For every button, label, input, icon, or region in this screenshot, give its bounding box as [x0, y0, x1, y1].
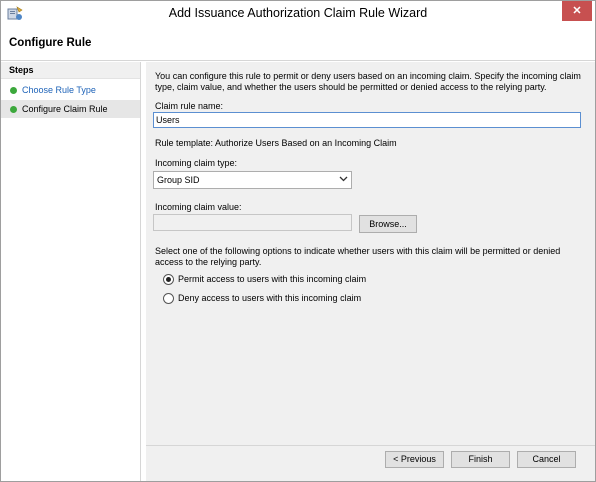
footer-divider — [146, 445, 595, 446]
description-text: You can configure this rule to permit or… — [155, 71, 581, 92]
window-title: Add Issuance Authorization Claim Rule Wi… — [168, 6, 428, 20]
wizard-window: Add Issuance Authorization Claim Rule Wi… — [0, 0, 596, 482]
incoming-claim-value-label: Incoming claim value: — [155, 202, 242, 212]
permit-option[interactable]: Permit access to users with this incomin… — [163, 273, 463, 287]
page-header: Configure Rule — [1, 27, 595, 61]
step-configure-claim-rule: Configure Claim Rule — [1, 100, 140, 118]
previous-button[interactable]: < Previous — [385, 451, 444, 468]
steps-heading: Steps — [1, 62, 140, 79]
rule-template-text: Rule template: Authorize Users Based on … — [155, 138, 397, 148]
page-title: Configure Rule — [9, 37, 92, 49]
step-complete-icon — [10, 87, 17, 94]
step-current-icon — [10, 106, 17, 113]
claim-rule-name-label: Claim rule name: — [155, 101, 224, 111]
cancel-button[interactable]: Cancel — [517, 451, 576, 468]
step-choose-rule-type[interactable]: Choose Rule Type — [1, 81, 140, 99]
incoming-claim-value-input — [153, 214, 352, 231]
browse-button[interactable]: Browse... — [359, 215, 417, 233]
permit-label[interactable]: Permit access to users with this incomin… — [178, 274, 366, 284]
deny-label[interactable]: Deny access to users with this incoming … — [178, 293, 361, 303]
main-panel: You can configure this rule to permit or… — [146, 62, 595, 481]
step-label[interactable]: Choose Rule Type — [22, 85, 96, 95]
permit-radio[interactable] — [163, 274, 174, 285]
chevron-down-icon — [339, 174, 348, 186]
deny-option[interactable]: Deny access to users with this incoming … — [163, 292, 463, 306]
claim-rule-name-input[interactable] — [153, 112, 581, 128]
close-icon: ✕ — [572, 5, 582, 17]
finish-button[interactable]: Finish — [451, 451, 510, 468]
close-button[interactable]: ✕ — [562, 1, 592, 21]
incoming-claim-type-label: Incoming claim type: — [155, 158, 238, 168]
title-bar[interactable]: Add Issuance Authorization Claim Rule Wi… — [1, 1, 595, 27]
step-label: Configure Claim Rule — [22, 104, 108, 114]
incoming-claim-type-select[interactable]: Group SID — [153, 171, 352, 189]
steps-sidebar: Steps Choose Rule Type Configure Claim R… — [1, 62, 141, 481]
options-instruction-text: Select one of the following options to i… — [155, 246, 561, 267]
selected-claim-type: Group SID — [157, 175, 200, 185]
deny-radio[interactable] — [163, 293, 174, 304]
